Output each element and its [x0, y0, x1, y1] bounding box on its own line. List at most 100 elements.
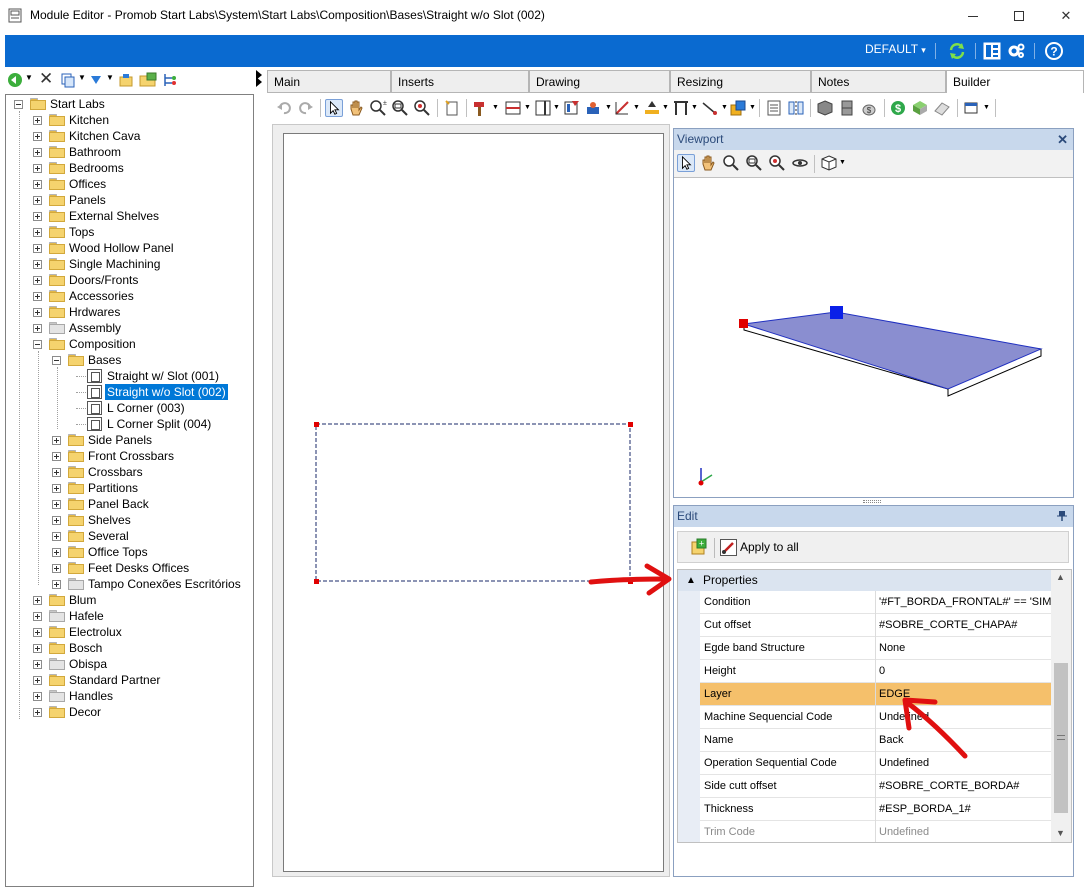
- expand-icon[interactable]: [52, 500, 61, 509]
- property-value[interactable]: Undefined: [875, 821, 1051, 842]
- tab-main[interactable]: Main: [267, 70, 391, 92]
- expand-icon[interactable]: [52, 532, 61, 541]
- folder-open-icon[interactable]: [139, 72, 157, 88]
- expand-icon[interactable]: [52, 484, 61, 493]
- property-value[interactable]: #ESP_BORDA_1#: [875, 798, 1051, 821]
- expand-icon[interactable]: [33, 708, 42, 717]
- collapse-panel-icon[interactable]: [256, 77, 262, 87]
- new-page-icon[interactable]: [443, 99, 461, 117]
- expand-icon[interactable]: [33, 308, 42, 317]
- collapse-icon[interactable]: [52, 356, 61, 365]
- property-row[interactable]: Layer EDGE: [678, 683, 1051, 706]
- window-view-icon[interactable]: [963, 99, 981, 117]
- scroll-up-icon[interactable]: ▲: [1056, 572, 1065, 582]
- materials-icon[interactable]: [729, 99, 747, 117]
- expand-icon[interactable]: [33, 164, 42, 173]
- expand-icon[interactable]: [52, 516, 61, 525]
- chevron-down-icon[interactable]: ▼: [633, 104, 640, 111]
- properties-category[interactable]: ▲ Properties: [678, 570, 1051, 591]
- expand-icon[interactable]: [33, 692, 42, 701]
- orbit-icon[interactable]: [791, 154, 809, 172]
- layout-icon[interactable]: [982, 41, 1002, 61]
- expand-icon[interactable]: [52, 436, 61, 445]
- refresh-icon[interactable]: [947, 41, 967, 61]
- expand-icon[interactable]: [33, 196, 42, 205]
- expand-icon[interactable]: [33, 260, 42, 269]
- expand-icon[interactable]: [52, 548, 61, 557]
- property-value[interactable]: 0: [875, 660, 1051, 683]
- expand-icon[interactable]: [33, 228, 42, 237]
- collapse-icon[interactable]: [14, 100, 23, 109]
- help-icon[interactable]: ?: [1044, 41, 1064, 61]
- expand-icon[interactable]: [33, 276, 42, 285]
- tree-tool-icon[interactable]: [162, 72, 178, 88]
- expand-icon[interactable]: [33, 212, 42, 221]
- chevron-down-icon[interactable]: ▼: [662, 104, 669, 111]
- expand-icon[interactable]: [33, 132, 42, 141]
- delete-icon[interactable]: ✕: [39, 69, 53, 89]
- maximize-button[interactable]: [996, 0, 1042, 32]
- pin-icon[interactable]: [1057, 510, 1067, 522]
- zoom-extents-icon[interactable]: [413, 99, 431, 117]
- tab-inserts[interactable]: Inserts: [391, 70, 529, 92]
- chevron-down-icon[interactable]: ▼: [553, 104, 560, 111]
- hardware-icon[interactable]: [585, 99, 603, 117]
- expand-icon[interactable]: [33, 324, 42, 333]
- zoom-window-icon[interactable]: [391, 99, 409, 117]
- property-row[interactable]: Trim Code Undefined: [678, 821, 1051, 842]
- new-module-icon[interactable]: [118, 72, 134, 88]
- zoom-in-icon[interactable]: ±: [369, 99, 387, 117]
- chevron-down-icon[interactable]: ▼: [492, 104, 499, 111]
- chevron-down-icon[interactable]: ▼: [605, 104, 612, 111]
- property-row[interactable]: Cut offset #SOBRE_CORTE_CHAPA#: [678, 614, 1051, 637]
- scroll-thumb[interactable]: [1054, 663, 1068, 813]
- chevron-down-icon[interactable]: ▼: [749, 104, 756, 111]
- zoom-extents-icon[interactable]: [768, 154, 786, 172]
- view-cube-icon[interactable]: [820, 154, 838, 172]
- price-icon[interactable]: $: [889, 99, 907, 117]
- 3d-preview[interactable]: [674, 178, 1073, 497]
- property-row[interactable]: Machine Sequencial Code Undefined: [678, 706, 1051, 729]
- expand-icon[interactable]: [33, 612, 42, 621]
- tab-resizing[interactable]: Resizing: [670, 70, 811, 92]
- vertical-panel-icon[interactable]: [534, 99, 552, 117]
- move-down-icon[interactable]: [89, 73, 103, 87]
- fill-icon[interactable]: [643, 99, 661, 117]
- eraser-icon[interactable]: [933, 99, 951, 117]
- property-row[interactable]: Name Back: [678, 729, 1051, 752]
- chevron-down-icon[interactable]: ▼: [106, 73, 114, 82]
- scroll-down-icon[interactable]: ▼: [1056, 828, 1065, 838]
- property-row[interactable]: Side cutt offset #SOBRE_CORTE_BORDA#: [678, 775, 1051, 798]
- close-viewport-button[interactable]: ✕: [1057, 129, 1068, 150]
- property-row[interactable]: Condition '#FT_BORDA_FRONTAL#' == 'SIM': [678, 591, 1051, 614]
- zoom-window-icon[interactable]: [745, 154, 763, 172]
- tab-drawing[interactable]: Drawing: [529, 70, 670, 92]
- pan-hand-icon[interactable]: [699, 154, 717, 172]
- expand-icon[interactable]: [33, 660, 42, 669]
- cabinet-icon[interactable]: [838, 99, 856, 117]
- chevron-down-icon[interactable]: ▼: [839, 159, 846, 166]
- apply-to-all-button[interactable]: Apply to all: [718, 535, 803, 559]
- expand-icon[interactable]: [33, 644, 42, 653]
- property-row[interactable]: Thickness #ESP_BORDA_1#: [678, 798, 1051, 821]
- property-value[interactable]: '#FT_BORDA_FRONTAL#' == 'SIM': [875, 591, 1051, 614]
- close-window-button[interactable]: ✕: [1043, 0, 1089, 32]
- expand-icon[interactable]: [52, 580, 61, 589]
- line-tool-icon[interactable]: [701, 99, 719, 117]
- minimize-button[interactable]: [950, 0, 996, 32]
- expand-icon[interactable]: [52, 468, 61, 477]
- back-icon[interactable]: [7, 72, 23, 88]
- property-value[interactable]: #SOBRE_CORTE_BORDA#: [875, 775, 1051, 798]
- expand-icon[interactable]: [33, 676, 42, 685]
- property-row[interactable]: Egde band Structure None: [678, 637, 1051, 660]
- property-value[interactable]: None: [875, 637, 1051, 660]
- drawing-canvas[interactable]: [283, 133, 664, 872]
- property-row[interactable]: Operation Sequential Code Undefined: [678, 752, 1051, 775]
- chevron-down-icon[interactable]: ▼: [78, 73, 86, 82]
- expand-icon[interactable]: [33, 116, 42, 125]
- frame-icon[interactable]: [672, 99, 690, 117]
- tab-builder[interactable]: Builder: [946, 70, 1084, 93]
- properties-list-icon[interactable]: [765, 99, 783, 117]
- zoom-in-icon[interactable]: [722, 154, 740, 172]
- expand-icon[interactable]: [52, 564, 61, 573]
